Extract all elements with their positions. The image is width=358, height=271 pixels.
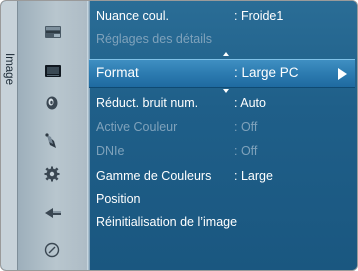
menu-item-value: : Froide1 — [234, 9, 284, 23]
menu-item-label: DNIe — [96, 144, 125, 158]
menu-item-value: : Large — [234, 169, 273, 183]
menu-item-nuance-couleur[interactable]: Nuance coul. : Froide1 — [96, 6, 283, 26]
menu-item-value: : Auto — [234, 96, 266, 110]
menu-item-active-couleur: Active Couleur : Off — [96, 117, 257, 137]
menu-item-format-selected[interactable]: Format : Large PC — [89, 59, 355, 88]
menu-item-value: : Large PC — [234, 65, 299, 80]
menu-item-reduct-bruit[interactable]: Réduct. bruit num. : Auto — [96, 93, 266, 113]
category-tab: Image — [1, 1, 18, 270]
menu-item-gamme-couleurs[interactable]: Gamme de Couleurs : Large — [96, 166, 273, 186]
menu-item-reinitialisation[interactable]: Réinitialisation de l’image — [96, 212, 237, 232]
menu-item-label: Réduct. bruit num. — [96, 96, 199, 110]
input-icon[interactable] — [44, 207, 62, 219]
submenu-arrow-icon — [338, 68, 347, 80]
menu-item-value: : Off — [234, 144, 258, 158]
channel-icon[interactable] — [44, 132, 60, 150]
scroll-down-indicator — [223, 89, 229, 93]
menu-item-label: Active Couleur — [96, 120, 178, 134]
menu-item-value: : Off — [234, 120, 258, 134]
screen-icon[interactable] — [44, 25, 62, 39]
menu-item-label: Nuance coul. — [96, 9, 169, 23]
menu-item-label: Position — [96, 192, 141, 206]
scroll-up-indicator — [223, 52, 229, 56]
menu-item-label: Réinitialisation de l’image — [96, 215, 238, 229]
menu-item-reglages-details: Réglages des détails — [96, 29, 212, 49]
menu-item-label: Réglages des détails — [96, 32, 213, 46]
menu-item-position[interactable]: Position — [96, 189, 140, 209]
menu-item-label: Gamme de Couleurs — [96, 169, 212, 183]
category-tab-label: Image — [3, 53, 15, 85]
picture-icon[interactable] — [44, 64, 62, 78]
menu-item-label: Format — [96, 65, 139, 80]
menu-item-dnie: DNIe : Off — [96, 141, 257, 161]
support-icon[interactable] — [44, 242, 60, 258]
sound-icon[interactable] — [44, 95, 60, 111]
settings-gear-icon[interactable] — [44, 166, 60, 182]
